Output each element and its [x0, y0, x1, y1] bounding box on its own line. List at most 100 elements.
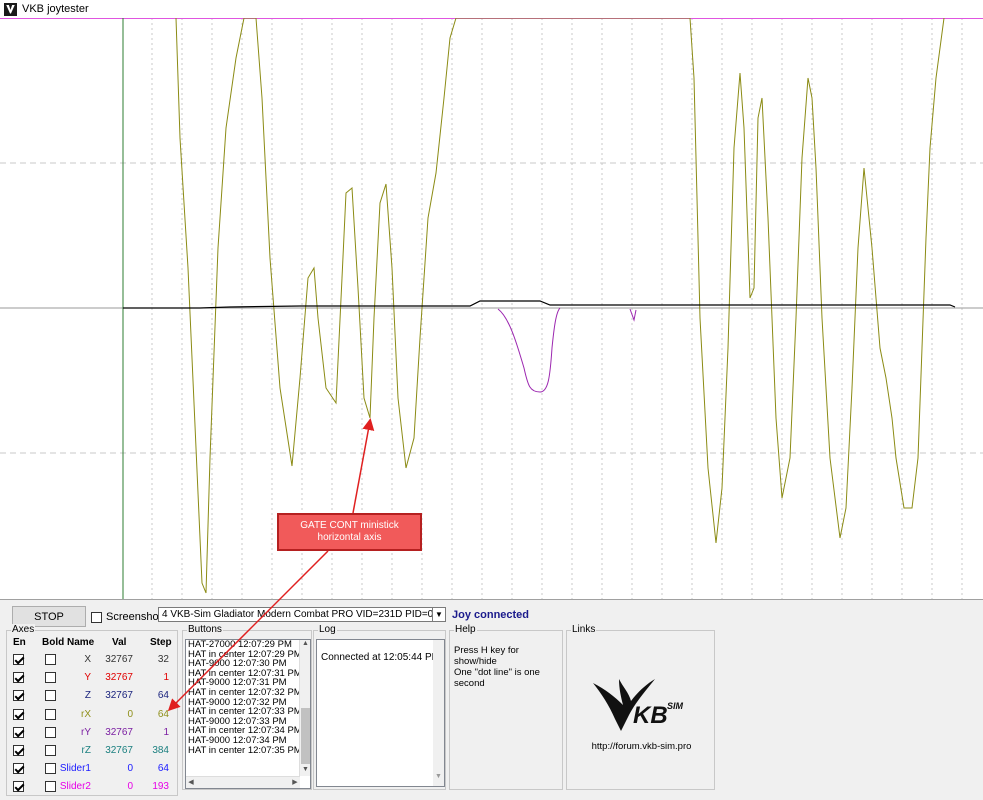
axis-step: 64: [157, 690, 169, 702]
axis-enable-checkbox[interactable]: [13, 763, 24, 775]
axis-value: 32767: [105, 672, 133, 684]
scroll-left-icon[interactable]: ◀: [186, 777, 196, 788]
screenshoot-checkbox[interactable]: [91, 611, 102, 623]
title-bar: VKB joytester: [0, 0, 983, 18]
axis-name: Y: [84, 672, 91, 684]
axis-bold-checkbox[interactable]: [45, 690, 56, 702]
buttons-horizontal-scrollbar[interactable]: ◀ ▶: [186, 776, 300, 788]
axis-enable-checkbox[interactable]: [13, 781, 24, 793]
header-en: En: [13, 637, 26, 648]
axes-header: En Bold Name Val Step: [7, 637, 177, 649]
axis-value: 32767: [105, 726, 133, 738]
axis-row: Slider2 0 193: [7, 780, 177, 794]
axis-bold-checkbox[interactable]: [45, 654, 56, 665]
axis-enable-checkbox[interactable]: [13, 708, 24, 720]
vkb-sim-logo[interactable]: KB SIM: [589, 675, 699, 735]
axes-group: Axes En Bold Name Val Step X 32767 32 Y 3276…: [6, 624, 178, 796]
axis-row: X 32767 32: [7, 653, 177, 667]
log-textbox[interactable]: Connected at 12:05:44 PM ▼: [316, 639, 445, 787]
trace-x-axis: [123, 300, 956, 309]
scroll-right-icon[interactable]: ▶: [290, 777, 300, 788]
scroll-up-icon[interactable]: ▲: [300, 640, 310, 650]
screenshoot-option[interactable]: Screenshoot: [91, 611, 168, 623]
trace-ry-axis: [497, 307, 637, 393]
header-val: Val: [112, 637, 127, 648]
axis-enable-checkbox[interactable]: [13, 745, 24, 756]
axis-row: Z 32767 64: [7, 689, 177, 703]
annotation-callout: GATE CONT ministick horizontal axis: [277, 513, 422, 551]
forum-link[interactable]: http://forum.vkb-sim.pro: [567, 741, 716, 752]
button-event-line: HAT in center 12:07:35 PM: [188, 744, 302, 756]
axis-enable-checkbox[interactable]: [13, 672, 24, 684]
axis-enable-checkbox[interactable]: [13, 726, 24, 738]
scroll-down-icon[interactable]: ▼: [300, 766, 310, 776]
help-group: Help Press H key for show/hide One "dot …: [449, 624, 563, 790]
links-group-label: Links: [571, 624, 597, 635]
buttons-group: Buttons HAT-27000 12:07:29 PM HAT in cent…: [182, 624, 312, 790]
buttons-lines: HAT-27000 12:07:29 PM HAT in center 12:07…: [186, 640, 310, 755]
axis-row: rY 32767 1: [7, 726, 177, 740]
scroll-down-icon[interactable]: ▼: [433, 773, 444, 780]
device-selected-value: 4 VKB-Sim Gladiator Modern Combat PRO VI…: [162, 609, 446, 620]
log-group: Log Connected at 12:05:44 PM ▼: [313, 624, 446, 790]
axis-enable-checkbox[interactable]: [13, 654, 24, 665]
logo-text: KB: [633, 702, 668, 729]
chevron-down-icon[interactable]: ▼: [432, 608, 445, 621]
axis-name: rY: [81, 726, 91, 738]
axis-step: 1: [163, 672, 169, 684]
axis-row: Slider1 0 64: [7, 762, 177, 776]
axis-value: 32767: [105, 745, 133, 756]
axis-step: 32: [157, 654, 169, 665]
header-bold: Bold: [42, 637, 65, 648]
annotation-line-2: horizontal axis: [317, 532, 382, 543]
axis-bold-checkbox[interactable]: [45, 672, 56, 684]
axis-value: 0: [127, 763, 133, 775]
header-step: Step: [150, 637, 172, 648]
device-dropdown[interactable]: 4 VKB-Sim Gladiator Modern Combat PRO VI…: [158, 607, 446, 622]
axes-group-label: Axes: [11, 624, 36, 635]
axis-name: rZ: [81, 745, 91, 756]
axis-enable-checkbox[interactable]: [13, 690, 24, 702]
axis-bold-checkbox[interactable]: [45, 745, 56, 756]
axis-bold-checkbox[interactable]: [45, 708, 56, 720]
help-line-2: One "dot line" is one second: [454, 667, 540, 689]
axis-value: 0: [127, 781, 133, 793]
help-group-label: Help: [454, 624, 477, 635]
axis-step: 193: [152, 781, 169, 793]
axis-step: 64: [157, 763, 169, 775]
buttons-event-list[interactable]: HAT-27000 12:07:29 PM HAT in center 12:07…: [185, 639, 311, 789]
plot-area: [0, 18, 983, 599]
axis-name: Z: [84, 690, 91, 702]
axis-name: rX: [81, 708, 91, 720]
axis-value: 32767: [105, 654, 133, 665]
axis-name: Slider1: [59, 763, 91, 775]
axis-trace-chart: [0, 18, 983, 599]
buttons-vertical-scrollbar[interactable]: ▲ ▼: [299, 640, 310, 776]
help-line-1: Press H key for show/hide: [454, 645, 519, 667]
axis-bold-checkbox[interactable]: [45, 726, 56, 738]
axis-row: rZ 32767 384: [7, 744, 177, 758]
axis-step: 64: [157, 708, 169, 720]
help-text: Press H key for show/hide One "dot line"…: [454, 645, 562, 689]
annotation-line-1: GATE CONT ministick: [300, 520, 399, 531]
links-group: Links KB SIM http://forum.vkb-sim.pro: [566, 624, 716, 790]
buttons-group-label: Buttons: [187, 624, 223, 635]
log-message: Connected at 12:05:44 PM: [321, 652, 440, 663]
axis-step: 1: [163, 726, 169, 738]
axis-row: rX 0 64: [7, 708, 177, 722]
axis-bold-checkbox[interactable]: [45, 781, 56, 793]
axis-name: Slider2: [59, 781, 91, 793]
axis-bold-checkbox[interactable]: [45, 763, 56, 775]
header-name: Name: [67, 637, 95, 648]
connection-status: Joy connected: [452, 609, 530, 621]
axis-value: 0: [127, 708, 133, 720]
scroll-thumb[interactable]: [301, 708, 310, 764]
logo-superscript: SIM: [667, 701, 684, 711]
axis-name: X: [84, 654, 91, 665]
window-title: VKB joytester: [22, 3, 89, 15]
axis-step: 384: [152, 745, 169, 756]
axis-row: Y 32767 1: [7, 671, 177, 685]
log-group-label: Log: [318, 624, 337, 635]
log-vertical-scrollbar[interactable]: ▼: [433, 640, 444, 786]
axis-value: 32767: [105, 690, 133, 702]
